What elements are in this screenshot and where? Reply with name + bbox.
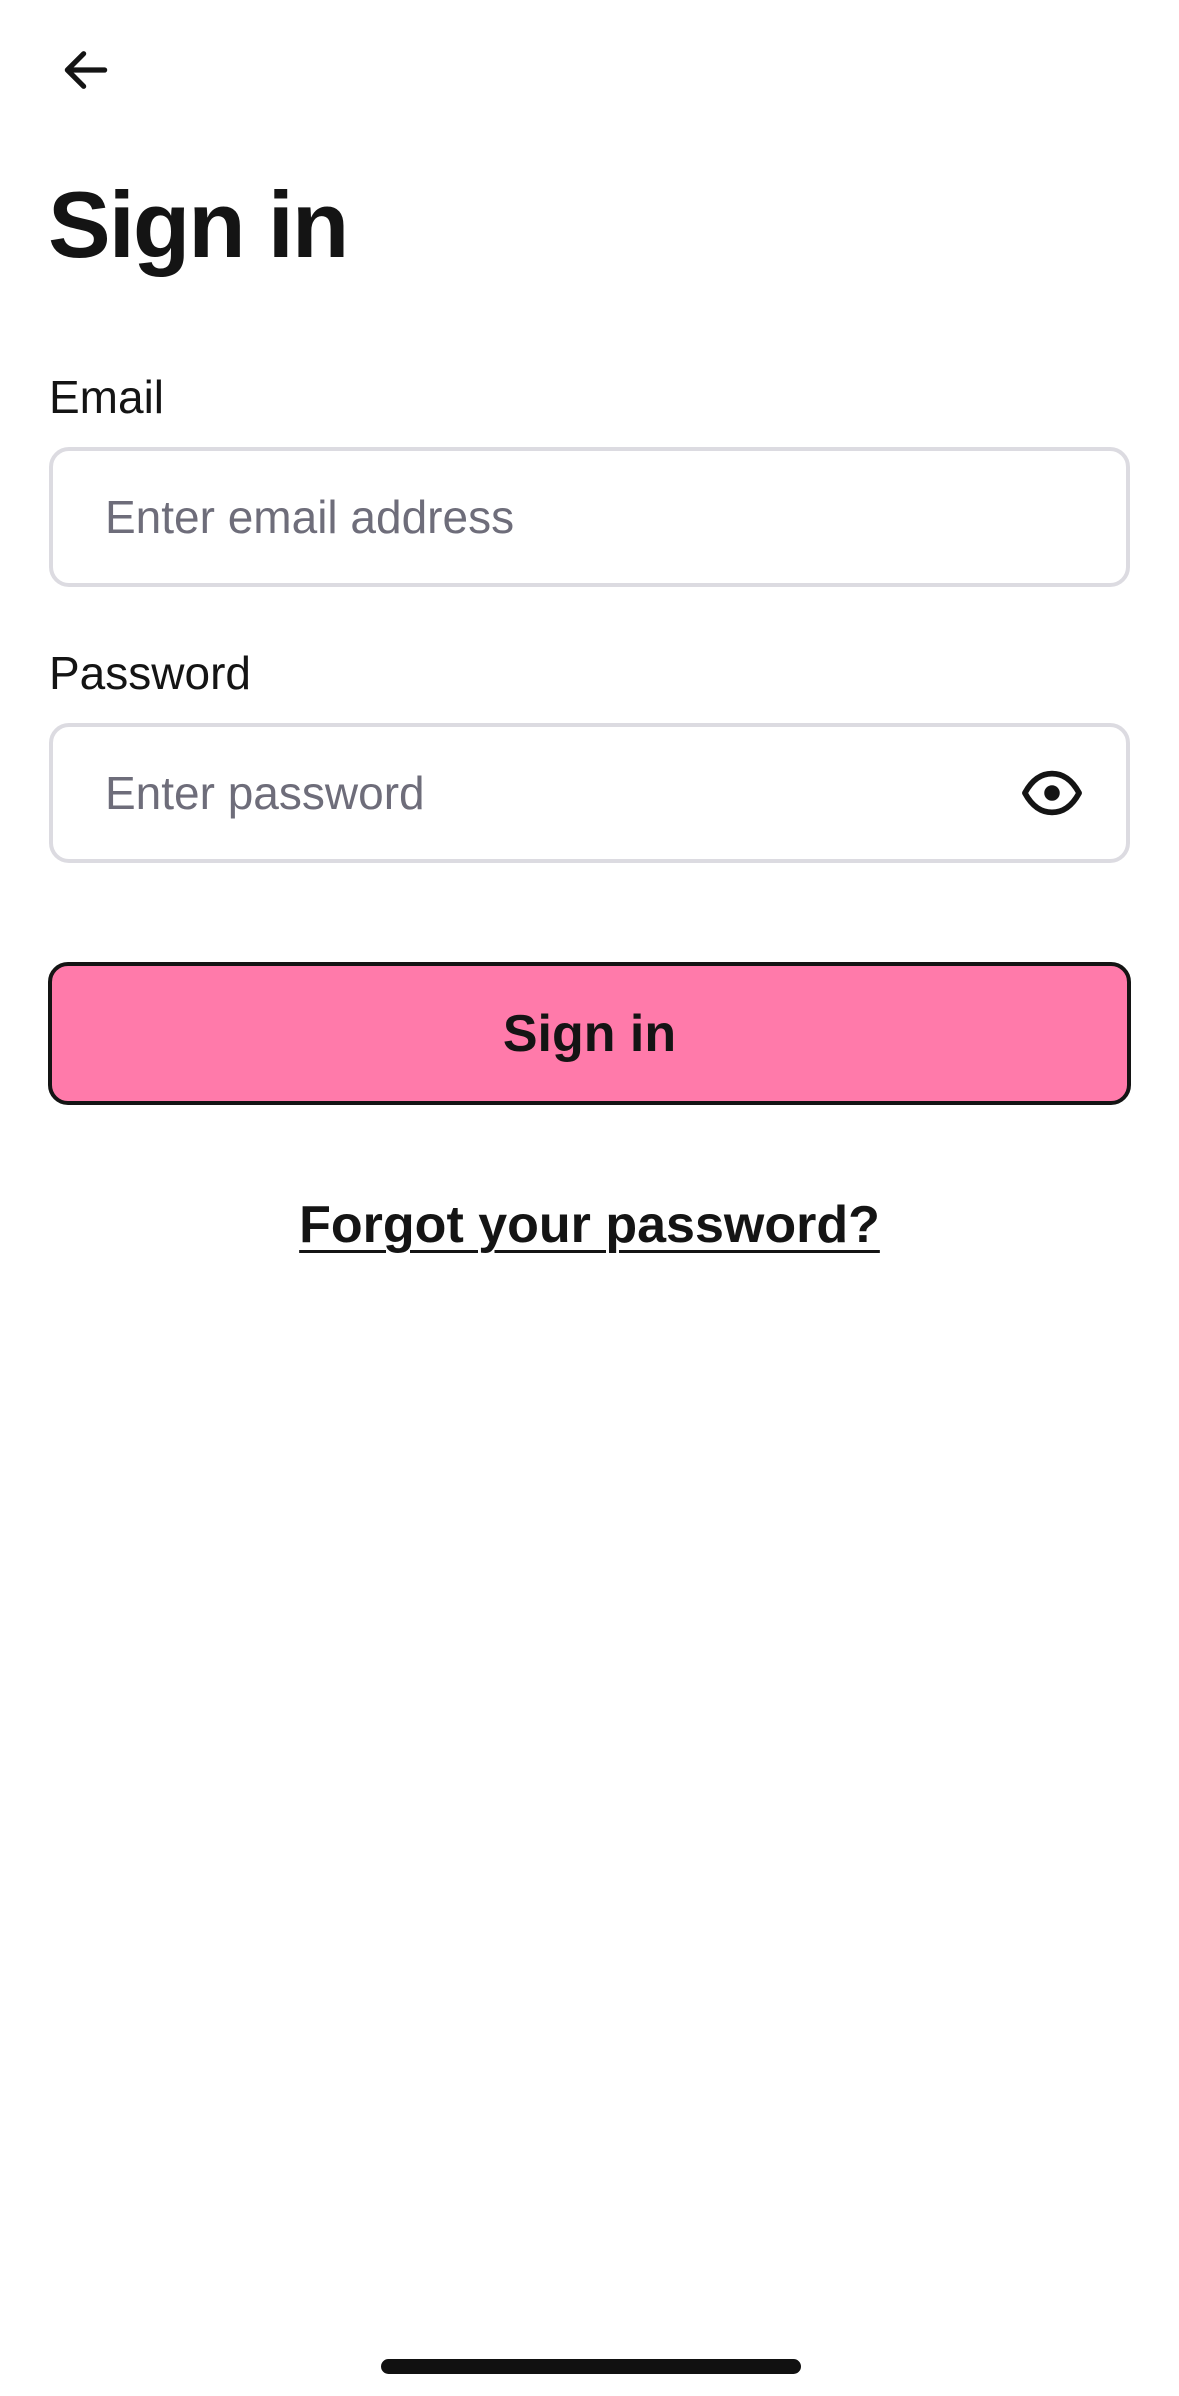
eye-icon bbox=[1022, 770, 1082, 816]
page-title: Sign in bbox=[48, 172, 349, 277]
password-label: Password bbox=[49, 647, 251, 699]
arrow-left-icon bbox=[64, 51, 108, 89]
back-button[interactable] bbox=[46, 30, 126, 110]
sign-in-button[interactable]: Sign in bbox=[48, 962, 1131, 1105]
forgot-password-link[interactable]: Forgot your password? bbox=[299, 1196, 880, 1254]
email-field[interactable] bbox=[105, 451, 1126, 583]
password-field[interactable] bbox=[105, 727, 1012, 859]
home-indicator[interactable] bbox=[381, 2359, 801, 2374]
password-field-container[interactable] bbox=[49, 723, 1130, 863]
email-label: Email bbox=[49, 371, 165, 423]
forgot-password-row: Forgot your password? bbox=[0, 1196, 1179, 1254]
email-field-container[interactable] bbox=[49, 447, 1130, 587]
show-password-toggle[interactable] bbox=[1012, 753, 1092, 833]
